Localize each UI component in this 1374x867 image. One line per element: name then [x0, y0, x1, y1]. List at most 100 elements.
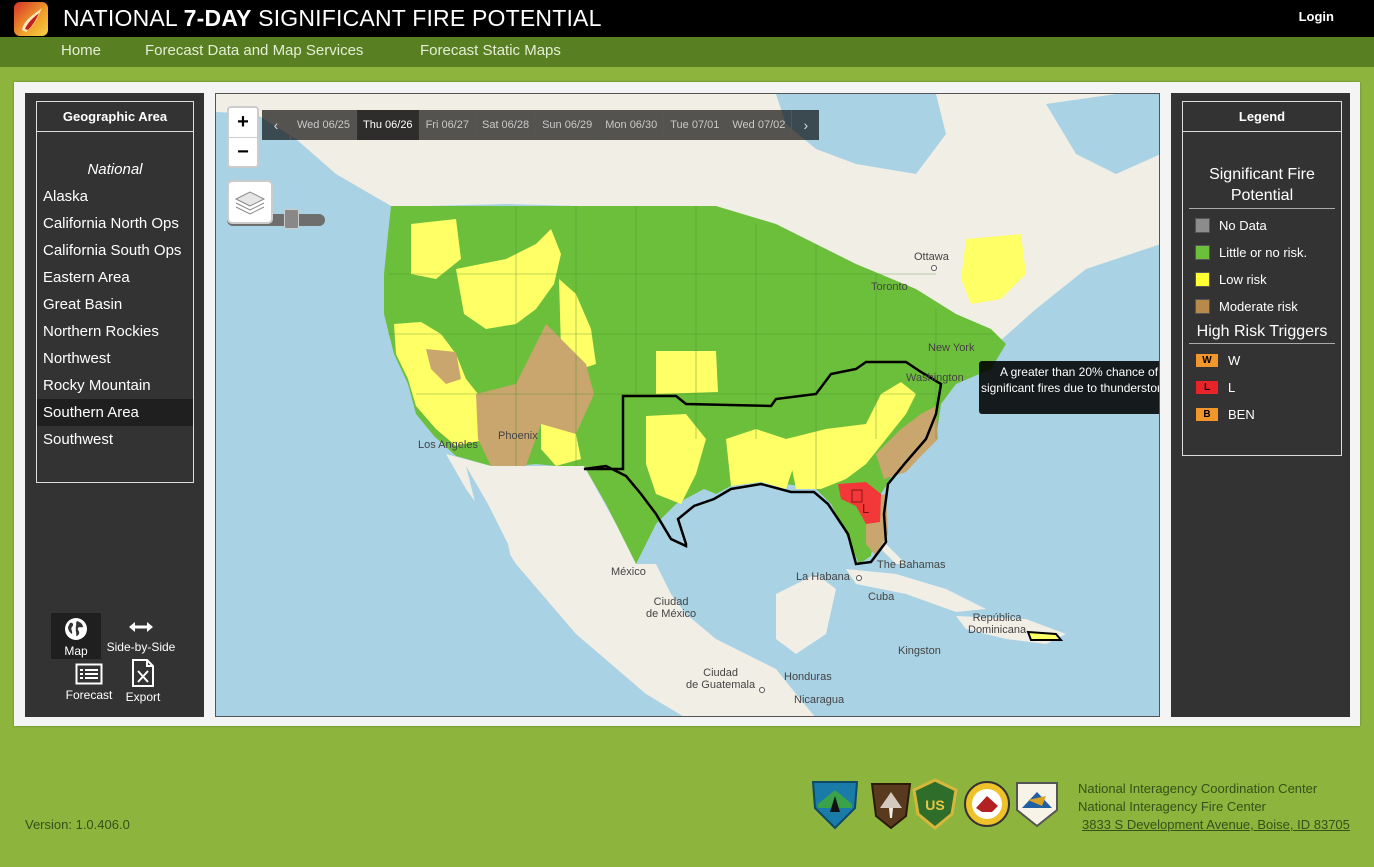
- geo-item-eastern-area[interactable]: Eastern Area: [37, 264, 193, 291]
- label-ottawa: Ottawa: [914, 251, 949, 263]
- double-arrow-icon: [129, 622, 153, 632]
- legend-item: Low risk: [1183, 266, 1341, 293]
- map-view-button[interactable]: Map: [51, 613, 101, 659]
- legend-item: Little or no risk.: [1183, 239, 1341, 266]
- trigger-label: W: [1228, 353, 1241, 368]
- geo-item-great-basin[interactable]: Great Basin: [37, 291, 193, 318]
- bia-logo-icon: [964, 781, 1010, 827]
- day-tab-fri-06-27[interactable]: Fri 06/27: [418, 110, 475, 140]
- nav-home[interactable]: Home: [61, 42, 101, 59]
- day-tab-thu-06-26[interactable]: Thu 06/26: [356, 110, 419, 140]
- geo-item-california-south-ops[interactable]: California South Ops: [37, 237, 193, 264]
- legend-heading: Legend: [1183, 102, 1341, 132]
- geo-item-california-north-ops[interactable]: California North Ops: [37, 210, 193, 237]
- legend-label: Low risk: [1219, 272, 1267, 287]
- trigger-label: BEN: [1228, 407, 1255, 422]
- label-new-york: New York: [928, 342, 975, 354]
- label-la-habana: La Habana: [796, 571, 850, 583]
- trigger-marker-l[interactable]: L: [862, 501, 869, 516]
- legend-label: Little or no risk.: [1219, 245, 1308, 260]
- trigger-badge: B: [1195, 407, 1219, 422]
- trigger-item: LL: [1183, 374, 1341, 401]
- day-tab-wed-07-02[interactable]: Wed 07/02: [725, 110, 791, 140]
- address-link[interactable]: 3833 S Development Avenue, Boise, ID 837…: [1082, 817, 1350, 832]
- trigger-tooltip: A greater than 20% chance of significant…: [979, 361, 1159, 414]
- login-link[interactable]: Login: [1299, 9, 1334, 24]
- triggers-title: High Risk Triggers: [1189, 323, 1335, 344]
- geographic-area-list: National Alaska California North Ops Calif…: [37, 132, 193, 453]
- nps-logo-icon: [870, 783, 912, 830]
- geo-item-southwest[interactable]: Southwest: [37, 426, 193, 453]
- label-guatemala: Ciudad de Guatemala: [686, 667, 756, 691]
- org-nifc: National Interagency Fire Center: [1078, 799, 1266, 814]
- next-day-button[interactable]: ›: [791, 110, 819, 140]
- zoom-in-button[interactable]: +: [229, 108, 257, 137]
- trigger-item: WW: [1183, 347, 1341, 374]
- legend-label: Moderate risk: [1219, 299, 1298, 314]
- svg-text:US: US: [925, 797, 944, 813]
- geo-item-southern-area[interactable]: Southern Area: [37, 399, 193, 426]
- label-los-angeles: Los Angeles: [418, 439, 478, 451]
- geo-item-northern-rockies[interactable]: Northern Rockies: [37, 318, 193, 345]
- globe-icon: [65, 618, 87, 640]
- legend-label: No Data: [1219, 218, 1267, 233]
- label-washington: Washington: [906, 372, 964, 384]
- fire-potential-map[interactable]: Ottawa Toronto New York Washington Los A…: [215, 93, 1160, 717]
- label-toronto: Toronto: [871, 281, 908, 293]
- map-view-label: Map: [64, 644, 88, 658]
- nav-forecast-static-maps[interactable]: Forecast Static Maps: [420, 42, 561, 59]
- opacity-slider-thumb[interactable]: [284, 209, 299, 229]
- label-honduras: Honduras: [784, 671, 832, 683]
- geo-item-northwest[interactable]: Northwest: [37, 345, 193, 372]
- legend-item: No Data: [1183, 212, 1341, 239]
- day-tab-sat-06-28[interactable]: Sat 06/28: [474, 110, 535, 140]
- trigger-items: W W L L B BEN: [1183, 344, 1341, 428]
- geographic-area-heading: Geographic Area: [37, 102, 193, 132]
- legend-box: Legend Significant Fire Potential No Dat…: [1182, 101, 1342, 456]
- legend-swatch: [1195, 299, 1210, 314]
- trigger-item: B BEN: [1183, 401, 1341, 428]
- main-nav: Home Forecast Data and Map Services Fore…: [0, 37, 1374, 67]
- label-republica-dominicana: República Dominicana: [968, 612, 1027, 636]
- list-icon: [75, 663, 103, 685]
- geographic-area-box: Geographic Area National Alaska Californi…: [36, 101, 194, 483]
- geo-item-rocky-mountain[interactable]: Rocky Mountain: [37, 372, 193, 399]
- geo-item-national[interactable]: National: [37, 156, 193, 183]
- day-tab-wed-06-25[interactable]: Wed 06/25: [290, 110, 356, 140]
- day-tab-sun-06-29[interactable]: Sun 06/29: [535, 110, 598, 140]
- forecast-label: Forecast: [65, 688, 113, 702]
- label-phoenix: Phoenix: [498, 430, 538, 442]
- trigger-label: L: [1228, 380, 1236, 395]
- label-nicaragua: Nicaragua: [794, 694, 845, 706]
- top-bar: NATIONAL 7-DAY SIGNIFICANT FIRE POTENTIA…: [0, 0, 1374, 37]
- label-the-bahamas: The Bahamas: [877, 559, 946, 571]
- export-button[interactable]: Export: [121, 659, 165, 707]
- org-nicc: National Interagency Coordination Center: [1078, 781, 1318, 796]
- trigger-badge: L: [1195, 380, 1219, 395]
- legend-items: No Data Little or no risk. Low risk Moderat…: [1183, 209, 1341, 320]
- blm-logo-icon: [811, 781, 859, 830]
- day-tab-mon-06-30[interactable]: Mon 06/30: [598, 110, 663, 140]
- prev-day-button[interactable]: ‹: [262, 110, 290, 140]
- side-by-side-button[interactable]: Side-by-Side: [101, 617, 181, 659]
- label-kingston: Kingston: [898, 645, 941, 657]
- side-by-side-label: Side-by-Side: [106, 640, 176, 654]
- excel-file-icon: [132, 659, 154, 687]
- zoom-out-button[interactable]: −: [229, 137, 257, 166]
- left-panel: Geographic Area National Alaska Californi…: [25, 93, 204, 717]
- site-title: NATIONAL 7-DAY SIGNIFICANT FIRE POTENTIA…: [63, 5, 602, 31]
- right-panel: Legend Significant Fire Potential No Dat…: [1171, 93, 1350, 717]
- legend-swatch: [1195, 245, 1210, 260]
- legend-swatch: [1195, 272, 1210, 287]
- export-label: Export: [125, 690, 161, 704]
- layers-icon: [234, 191, 266, 215]
- forecast-button[interactable]: Forecast: [63, 663, 115, 707]
- nav-forecast-data[interactable]: Forecast Data and Map Services: [145, 42, 363, 59]
- geo-item-alaska[interactable]: Alaska: [37, 183, 193, 210]
- zoom-control: + −: [227, 106, 259, 168]
- layers-button[interactable]: [227, 180, 273, 224]
- day-tab-tue-07-01[interactable]: Tue 07/01: [663, 110, 725, 140]
- usfs-logo-icon: US: [912, 778, 958, 830]
- label-mexico: México: [611, 566, 646, 578]
- legend-swatch: [1195, 218, 1210, 233]
